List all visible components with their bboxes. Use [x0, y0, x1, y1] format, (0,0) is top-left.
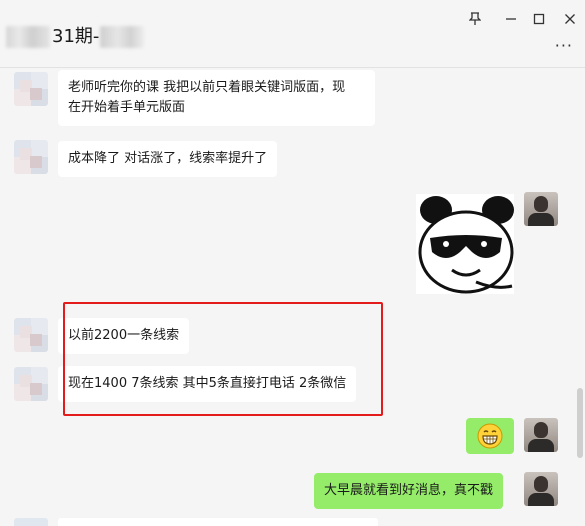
message-text: 大早晨就看到好消息，真不戳	[324, 483, 494, 498]
avatar[interactable]	[14, 140, 48, 174]
message-bubble	[58, 518, 378, 526]
grinning-face-emoji[interactable]	[466, 418, 514, 454]
highlight-box	[63, 302, 383, 416]
message-bubble-self: 大早晨就看到好消息，真不戳	[314, 473, 504, 509]
message-text: 成本降了 对话涨了，线索率提升了	[68, 151, 268, 166]
panda-sunglasses-sticker[interactable]	[416, 194, 514, 294]
message-text-line: 老师听完你的课 我把以前只着眼关键词版面，现	[68, 80, 346, 95]
title-redacted-suffix	[100, 26, 144, 48]
pin-icon[interactable]	[466, 10, 484, 28]
avatar[interactable]	[14, 518, 48, 526]
scrollbar[interactable]	[577, 388, 583, 458]
chat-header: 31期- ···	[0, 0, 585, 68]
message-text-line: 在开始着手单元版面	[68, 100, 186, 115]
chat-title: 31期-	[52, 26, 100, 47]
close-icon[interactable]	[561, 10, 579, 28]
minimize-icon[interactable]	[502, 10, 520, 28]
avatar-self[interactable]	[524, 472, 558, 506]
title-redacted-prefix	[6, 26, 50, 48]
message-bubble: 老师听完你的课 我把以前只着眼关键词版面，现 在开始着手单元版面	[58, 70, 375, 126]
more-options-button[interactable]: ···	[555, 36, 573, 55]
message-bubble: 成本降了 对话涨了，线索率提升了	[58, 141, 278, 177]
avatar[interactable]	[14, 367, 48, 401]
maximize-icon[interactable]	[530, 10, 548, 28]
avatar[interactable]	[14, 72, 48, 106]
avatar-self[interactable]	[524, 418, 558, 452]
avatar[interactable]	[14, 318, 48, 352]
avatar-self[interactable]	[524, 192, 558, 226]
